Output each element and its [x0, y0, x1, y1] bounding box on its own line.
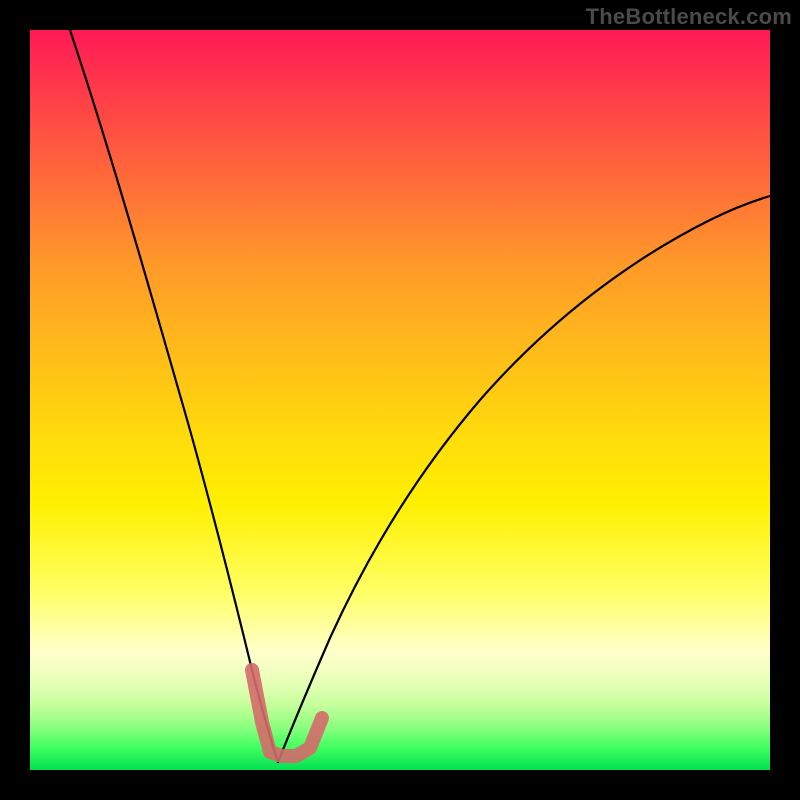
curve-right-branch	[278, 196, 770, 762]
plot-area	[30, 30, 770, 770]
curve-layer	[30, 30, 770, 770]
watermark-text: TheBottleneck.com	[586, 4, 792, 30]
curve-left-branch	[70, 30, 278, 762]
chart-stage: TheBottleneck.com	[0, 0, 800, 800]
